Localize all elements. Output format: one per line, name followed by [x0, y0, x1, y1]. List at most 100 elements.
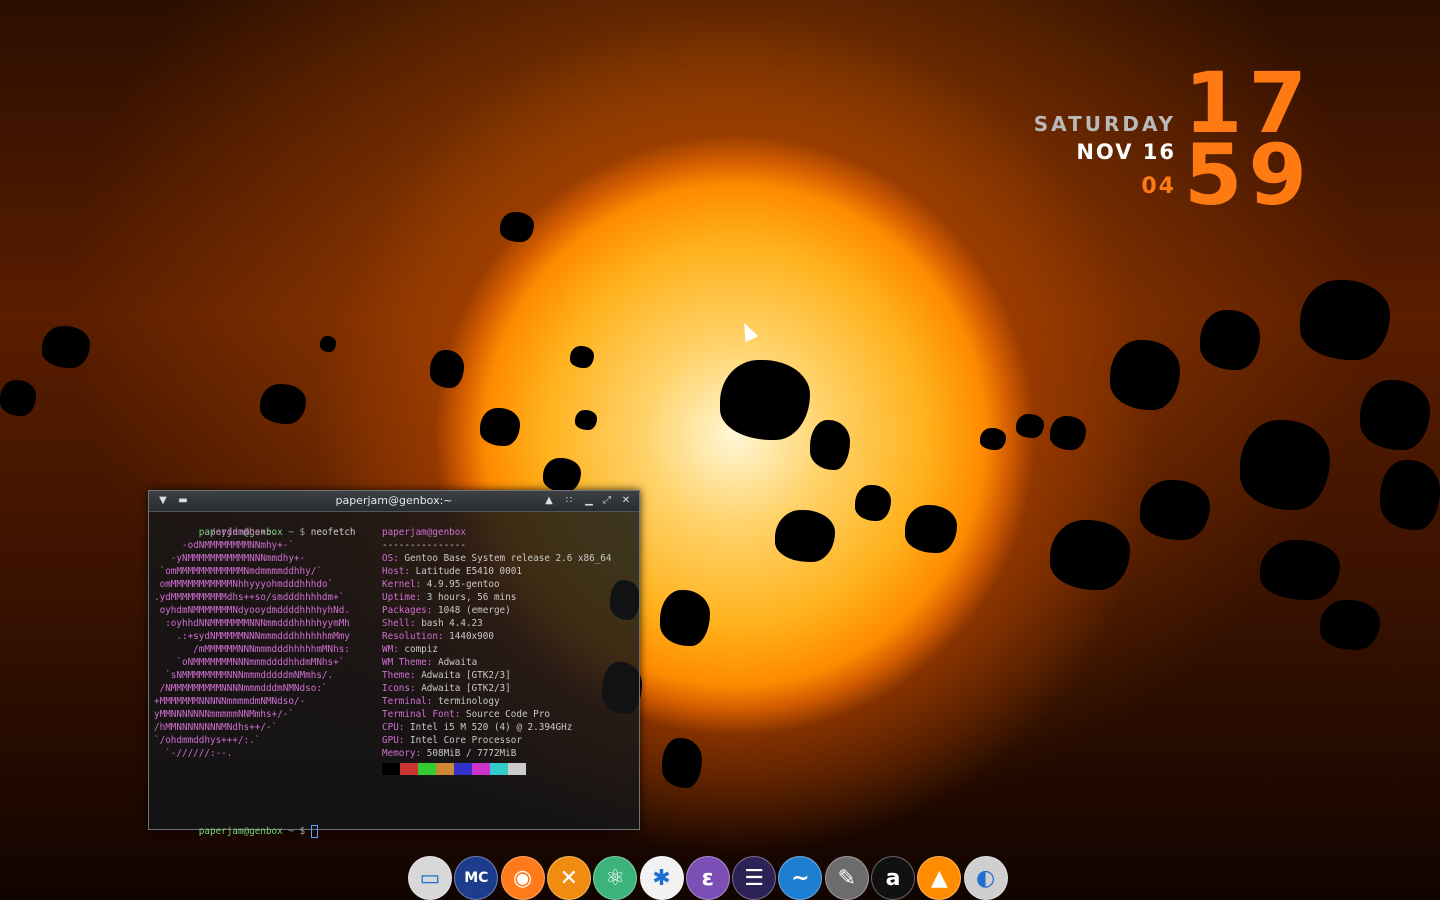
- terminal-window[interactable]: ▼ ▬ paperjam@genbox:~ ▲ ∷ ▁ ⤢ ✕ paperjam…: [148, 490, 640, 838]
- logo-line: yMMNNNNNNNmmmmmNNMmhs+/-`: [154, 709, 294, 720]
- logo-line: -/oyddmdhs+:.: [154, 527, 278, 538]
- info-label: GPU:: [382, 735, 410, 746]
- sticky-icon[interactable]: ∷: [561, 493, 577, 509]
- info-value: Gentoo Base System release 2.6 x86_64: [404, 553, 612, 564]
- logo-line: `-//////:--.: [154, 748, 233, 759]
- atom-editor-icon[interactable]: ⚛: [593, 856, 638, 900]
- info-label: Resolution:: [382, 631, 450, 642]
- prompt-suffix: ~ $: [282, 527, 311, 538]
- palette-swatch: [472, 763, 490, 775]
- asteroid: [430, 350, 464, 388]
- info-label: Terminal Font:: [382, 709, 466, 720]
- info-value: Intel Core Processor: [410, 735, 522, 746]
- info-value: Intel i5 M 520 (4) @ 2.394GHz: [410, 722, 573, 733]
- info-label: OS:: [382, 553, 405, 564]
- asteroid: [1140, 480, 1210, 540]
- info-label: Kernel:: [382, 579, 427, 590]
- asteroid: [662, 738, 702, 788]
- asteroid: [775, 510, 835, 562]
- info-value: terminology: [437, 696, 500, 707]
- asteroid: [660, 590, 710, 646]
- info-row: Uptime: 3 hours, 56 mins: [382, 591, 516, 604]
- asteroid: [980, 428, 1006, 450]
- info-row: CPU: Intel i5 M 520 (4) @ 2.394GHz: [382, 721, 572, 734]
- info-value: 508MiB / 7772MiB: [426, 748, 517, 759]
- emacs-icon[interactable]: ε: [685, 856, 730, 900]
- audacity-icon[interactable]: a: [871, 856, 915, 900]
- network-manager-icon[interactable]: ◐: [963, 856, 1008, 900]
- asteroid: [42, 326, 90, 368]
- asteroid: [1110, 340, 1180, 410]
- prompt-line: paperjam@genbox ~ $: [154, 812, 318, 851]
- logo-line: `/ohdmmddhys+++/:.`: [154, 735, 261, 746]
- info-row: Memory: 508MiB / 7772MiB: [382, 747, 516, 760]
- info-row: Shell: bash 4.4.23: [382, 617, 483, 630]
- logo-line: -odNMMMMMMMMNNmhy+-`: [154, 540, 294, 551]
- asteroid: [320, 336, 336, 352]
- info-label: WM:: [382, 644, 405, 655]
- logo-line: .:+sydNMMMMMNNNmmmdddhhhhhhmMmy: [154, 631, 350, 642]
- always-on-top-icon[interactable]: ▲: [541, 493, 557, 509]
- logo-line: -yNMMMMMMMMMMMNNNmmdhy+-: [154, 553, 306, 564]
- info-value: bash 4.4.23: [421, 618, 483, 629]
- prompt-user: paperjam@genbox: [198, 826, 283, 837]
- logo-line: `omMMMMMMMMMMMMNmdmmmmddhhy/`: [154, 566, 322, 577]
- logo-line: .ydMMMMMMMMMMdhs++so/smdddhhhhdm+`: [154, 592, 345, 603]
- xfce-settings-icon[interactable]: ✕: [546, 856, 591, 900]
- palette-swatch: [382, 763, 400, 775]
- asteroid: [1050, 416, 1086, 450]
- asteroid: [260, 384, 306, 424]
- clock-minute: 59: [1184, 126, 1313, 224]
- asteroid: [810, 420, 850, 470]
- midnight-commander-icon[interactable]: MC: [454, 856, 499, 900]
- info-header: paperjam@genbox: [382, 527, 466, 538]
- info-label: WM Theme:: [382, 657, 438, 668]
- info-label: CPU:: [382, 722, 410, 733]
- info-value: Adwaita [GTK2/3]: [421, 683, 511, 694]
- minimize-button[interactable]: ▁: [581, 493, 597, 509]
- coral-app-icon[interactable]: ✱: [639, 856, 684, 900]
- info-row: Terminal: terminology: [382, 695, 500, 708]
- asteroid: [0, 380, 36, 416]
- palette-swatch: [436, 763, 454, 775]
- eclipse-icon[interactable]: ☰: [732, 856, 777, 900]
- info-row: GPU: Intel Core Processor: [382, 734, 522, 747]
- logo-line: /NMMMMMMMMMNNNNmmmdddmNMNdso:`: [154, 683, 328, 694]
- info-value: Adwaita [GTK2/3]: [421, 670, 511, 681]
- gimp-icon[interactable]: ✎: [824, 856, 869, 900]
- asteroid: [575, 410, 597, 430]
- logo-line: :oyhhdNNMMMMMMMNNNmmdddhhhhhyymMh: [154, 618, 350, 629]
- libreoffice-writer-icon[interactable]: ~: [778, 856, 823, 900]
- logo-line: omMMMMMMMMMMMNhhyyyohmdddhhhdo`: [154, 579, 334, 590]
- info-label: Icons:: [382, 683, 422, 694]
- asteroid: [905, 505, 957, 553]
- info-row: Resolution: 1440x900: [382, 630, 494, 643]
- asteroid: [1200, 310, 1260, 370]
- palette-swatch: [490, 763, 508, 775]
- terminal-app-icon[interactable]: ▭: [408, 856, 452, 900]
- logo-line: +MMMMMMMNNNNNmmmmdmNMNdso/-: [154, 696, 306, 707]
- palette-swatch: [454, 763, 472, 775]
- info-value: Latitude E5410 0001: [415, 566, 522, 577]
- terminal-output[interactable]: paperjam@genbox ~ $ neofetch -/oyddmdhs+…: [154, 513, 634, 838]
- info-label: Host:: [382, 566, 416, 577]
- logo-line: /mMMMMMMNNNmmmdddhhhhhmMNhs:: [154, 644, 350, 655]
- palette-swatch: [508, 763, 526, 775]
- info-value: Source Code Pro: [465, 709, 550, 720]
- info-divider: ---------------: [382, 540, 466, 551]
- asteroid: [855, 485, 891, 521]
- dock: ▭ MC ◉ ✕ ⚛ ✱ ε ☰ ~ ✎ a ▲ ◐: [408, 854, 1012, 900]
- firefox-icon[interactable]: ◉: [500, 856, 545, 900]
- close-button[interactable]: ✕: [618, 493, 634, 509]
- info-row: Icons: Adwaita [GTK2/3]: [382, 682, 511, 695]
- info-value: compiz: [404, 644, 438, 655]
- palette-swatch: [418, 763, 436, 775]
- palette-swatch: [400, 763, 418, 775]
- clock-day: SATURDAY: [1033, 112, 1176, 136]
- vlc-icon[interactable]: ▲: [917, 856, 962, 900]
- info-row: OS: Gentoo Base System release 2.6 x86_6…: [382, 552, 612, 565]
- info-label: Terminal:: [382, 696, 438, 707]
- terminal-titlebar[interactable]: ▼ ▬ paperjam@genbox:~ ▲ ∷ ▁ ⤢ ✕: [149, 491, 639, 512]
- info-value: 3 hours, 56 mins: [426, 592, 517, 603]
- maximize-button[interactable]: ⤢: [599, 493, 615, 509]
